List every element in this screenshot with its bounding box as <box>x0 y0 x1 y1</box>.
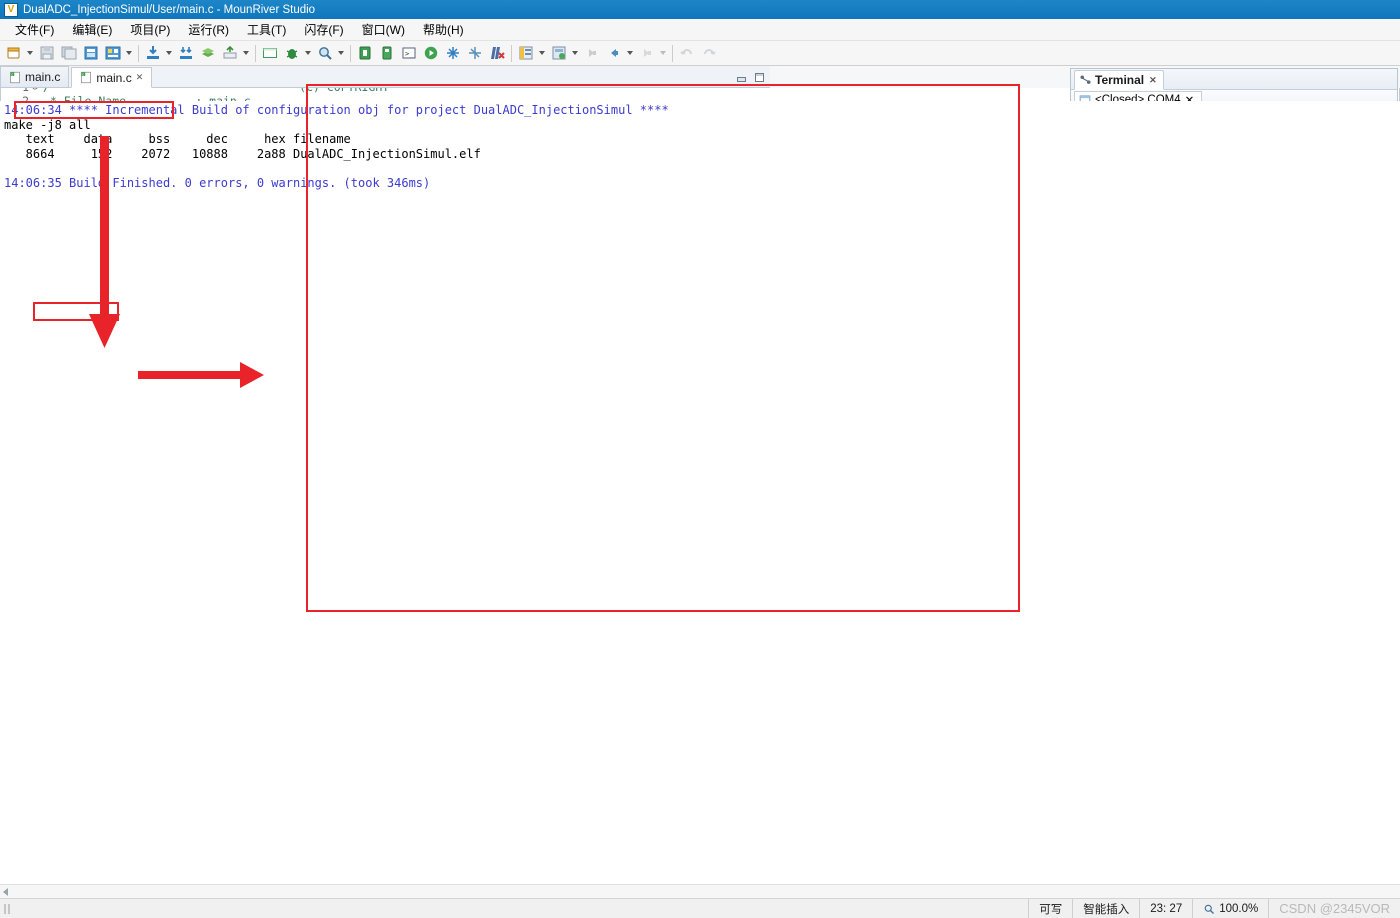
search-icon[interactable] <box>315 43 335 63</box>
close-icon[interactable]: ✕ <box>1149 75 1157 86</box>
menu-flash[interactable]: 闪存(F) <box>295 19 352 40</box>
save-icon[interactable] <box>37 43 57 63</box>
toolbar-separator-1 <box>138 44 139 62</box>
minimize-icon[interactable] <box>735 71 748 84</box>
magnifier-icon <box>1204 904 1215 914</box>
workbench-window: V DualADC_InjectionSimul/User/main.c - M… <box>0 0 1400 918</box>
maximize-icon[interactable] <box>753 71 766 84</box>
console-view: 属性 问题 控制台 ✕ 搜索 断点 <box>0 101 1400 898</box>
editor-tab-active[interactable]: c main.c ✕ <box>71 67 153 88</box>
download-flash-icon[interactable] <box>355 43 375 63</box>
status-insert-mode: 智能插入 <box>1072 899 1139 918</box>
menu-tools[interactable]: 工具(T) <box>238 19 295 40</box>
erase-flash-icon[interactable] <box>377 43 397 63</box>
perspective-debug-icon[interactable] <box>549 43 569 63</box>
build-all-icon[interactable] <box>176 43 196 63</box>
next-annotation-icon[interactable] <box>637 43 657 63</box>
perspective-c-icon[interactable] <box>516 43 536 63</box>
import-project-dropdown-arrow[interactable] <box>124 43 133 63</box>
console-line: 8664 152 2072 10888 2a88 DualADC_Injecti… <box>4 146 481 161</box>
new-file-icon[interactable] <box>4 43 24 63</box>
console-horizontal-scrollbar[interactable] <box>0 884 1400 898</box>
svg-text:c: c <box>83 73 85 77</box>
toolbar-separator-2 <box>255 44 256 62</box>
forward-nav-icon[interactable] <box>582 43 602 63</box>
build-icon[interactable] <box>143 43 163 63</box>
back-nav-icon[interactable] <box>604 43 624 63</box>
editor-tab-inactive[interactable]: c main.c <box>0 66 70 87</box>
toolbar-separator-4 <box>511 44 512 62</box>
next-annotation-dropdown-arrow[interactable] <box>658 43 667 63</box>
c-file-icon: c <box>81 71 92 84</box>
remove-breakpoints-icon[interactable] <box>487 43 507 63</box>
workbench-body: 项目资源管理器 ✕ AD <box>0 66 1400 898</box>
upload-icon[interactable] <box>220 43 240 63</box>
toolbar-separator-3 <box>350 44 351 62</box>
title-bar: V DualADC_InjectionSimul/User/main.c - M… <box>0 0 1400 19</box>
debug-config-icon[interactable] <box>443 43 463 63</box>
clean-icon[interactable] <box>198 43 218 63</box>
editor-window-buttons <box>735 71 766 84</box>
import-project-icon[interactable] <box>103 43 123 63</box>
new-project-icon[interactable] <box>81 43 101 63</box>
upload-dropdown-arrow[interactable] <box>241 43 250 63</box>
editor-tabbar: c main.c c main.c ✕ <box>0 66 770 88</box>
window-title: DualADC_InjectionSimul/User/main.c - Mou… <box>23 3 316 16</box>
terminal-tabbar: Terminal ✕ <box>1071 69 1397 90</box>
perspective-c-dropdown-arrow[interactable] <box>537 43 546 63</box>
terminal-icon <box>1080 74 1091 84</box>
console-line: make -j8 all <box>4 117 91 132</box>
mounriver-logo-icon: V <box>4 2 18 17</box>
menu-bar: 文件(F) 编辑(E) 项目(P) 运行(R) 工具(T) 闪存(F) 窗口(W… <box>0 19 1400 41</box>
debug-stop-icon[interactable] <box>465 43 485 63</box>
debug-bug-icon[interactable] <box>282 43 302 63</box>
status-writable: 可写 <box>1028 899 1072 918</box>
editor-tab-label: main.c <box>25 70 61 84</box>
new-file-dropdown-arrow[interactable] <box>25 43 34 63</box>
main-toolbar: >_ <box>0 41 1400 66</box>
run-icon[interactable] <box>421 43 441 63</box>
tab-terminal[interactable]: Terminal ✕ <box>1074 70 1164 90</box>
c-file-icon: c <box>10 71 20 83</box>
scroll-left-arrow-icon[interactable] <box>3 887 8 896</box>
editor-tab-label: main.c <box>96 70 132 85</box>
status-zoom-label: 100.0% <box>1219 902 1259 915</box>
redo-icon[interactable] <box>699 43 719 63</box>
terminal-title: Terminal <box>1095 73 1145 87</box>
status-grip-icon <box>0 903 16 915</box>
menu-window[interactable]: 窗口(W) <box>353 19 414 40</box>
console-output[interactable]: 14:06:34 **** Incremental Build of confi… <box>0 101 1400 884</box>
console-line: 14:06:34 **** Incremental Build of confi… <box>4 103 669 117</box>
save-all-icon[interactable] <box>59 43 79 63</box>
toolbar-separator-5 <box>672 44 673 62</box>
menu-help[interactable]: 帮助(H) <box>414 19 473 40</box>
build-dropdown-arrow[interactable] <box>164 43 173 63</box>
menu-project[interactable]: 项目(P) <box>121 19 179 40</box>
close-icon[interactable]: ✕ <box>136 72 144 83</box>
console-line: 14:06:35 Build Finished. 0 errors, 0 war… <box>4 175 431 190</box>
svg-text:c: c <box>11 72 13 76</box>
perspective-debug-dropdown-arrow[interactable] <box>570 43 579 63</box>
menu-file[interactable]: 文件(F) <box>6 19 63 40</box>
fold-toggle-icon[interactable]: ⊖ <box>31 88 39 95</box>
status-bar: 可写 智能插入 23: 27 100.0% CSDN @2345VOR <box>0 898 1400 918</box>
terminal-window-icon[interactable] <box>260 43 280 63</box>
status-zoom[interactable]: 100.0% <box>1192 899 1268 918</box>
svg-text:>_: >_ <box>405 50 414 58</box>
console-line: text data bss dec hex filename <box>4 132 351 147</box>
back-nav-dropdown-arrow[interactable] <box>625 43 634 63</box>
console-open-icon[interactable]: >_ <box>399 43 419 63</box>
status-cursor-position: 23: 27 <box>1139 899 1192 918</box>
search-dropdown-arrow[interactable] <box>336 43 345 63</box>
menu-edit[interactable]: 编辑(E) <box>63 19 121 40</box>
undo-icon[interactable] <box>677 43 697 63</box>
debug-dropdown-arrow[interactable] <box>303 43 312 63</box>
watermark: CSDN @2345VOR <box>1268 899 1400 918</box>
menu-run[interactable]: 运行(R) <box>179 19 238 40</box>
